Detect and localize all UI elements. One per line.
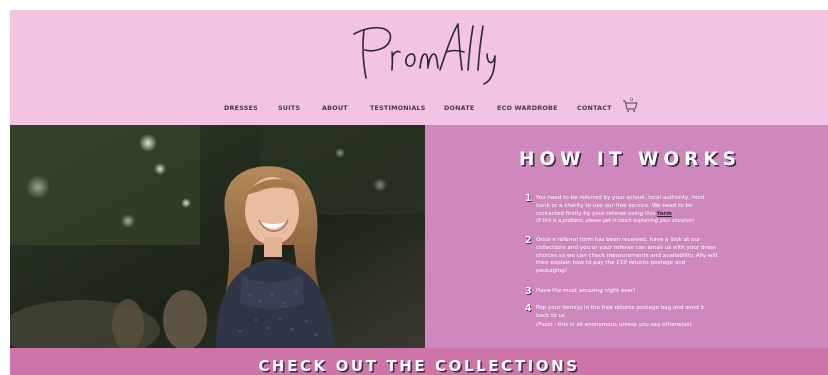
step-text: You need to be referred by your school, … <box>536 195 718 225</box>
hero-photo-girl-in-prom-dress <box>10 125 425 348</box>
nav-about[interactable]: ABOUT <box>322 104 348 112</box>
cart-count: 0 <box>630 97 633 103</box>
how-it-works-panel: HOW IT WORKS 1 You need to be referred b… <box>425 125 828 348</box>
step-number: 3 <box>525 286 532 297</box>
nav-donate[interactable]: DONATE <box>444 104 474 112</box>
step-text-part: . <box>671 210 674 217</box>
step-note: (If this is a problem, please get in tou… <box>536 219 695 225</box>
collections-banner: CHECK OUT THE COLLECTIONS <box>10 348 828 375</box>
anonymous-note: (Pssst - this is all anonymous unless yo… <box>536 322 692 328</box>
promally-logo[interactable] <box>350 16 500 88</box>
shopping-basket-icon[interactable]: 0 <box>622 97 638 113</box>
hero-section: HOW IT WORKS 1 You need to be referred b… <box>10 125 828 348</box>
step-number: 2 <box>525 235 532 246</box>
how-it-works-heading: HOW IT WORKS <box>518 149 742 170</box>
nav-testimonials[interactable]: TESTIMONIALS <box>370 104 426 112</box>
nav-suits[interactable]: SUITS <box>278 104 300 112</box>
referral-form-link[interactable]: form <box>657 211 672 217</box>
step-number: 1 <box>525 193 532 204</box>
nav-dresses[interactable]: DRESSES <box>224 104 258 112</box>
step-text: Pop your item(s) in the free returns pos… <box>536 305 705 319</box>
nav-eco-wardrobe[interactable]: ECO WARDROBE <box>497 104 558 112</box>
step-text: Have the most amazing night ever! <box>536 288 636 294</box>
step-text: Once a referral form has been received, … <box>536 237 718 275</box>
nav-contact[interactable]: CONTACT <box>577 104 612 112</box>
step-number: 4 <box>525 303 532 314</box>
step-text-part: You need to be referred by your school, … <box>536 195 705 217</box>
site-header: DRESSES SUITS ABOUT TESTIMONIALS DONATE … <box>10 10 828 125</box>
collections-heading[interactable]: CHECK OUT THE COLLECTIONS <box>10 357 828 375</box>
main-nav: DRESSES SUITS ABOUT TESTIMONIALS DONATE … <box>10 97 828 118</box>
page-frame: DRESSES SUITS ABOUT TESTIMONIALS DONATE … <box>10 10 828 375</box>
